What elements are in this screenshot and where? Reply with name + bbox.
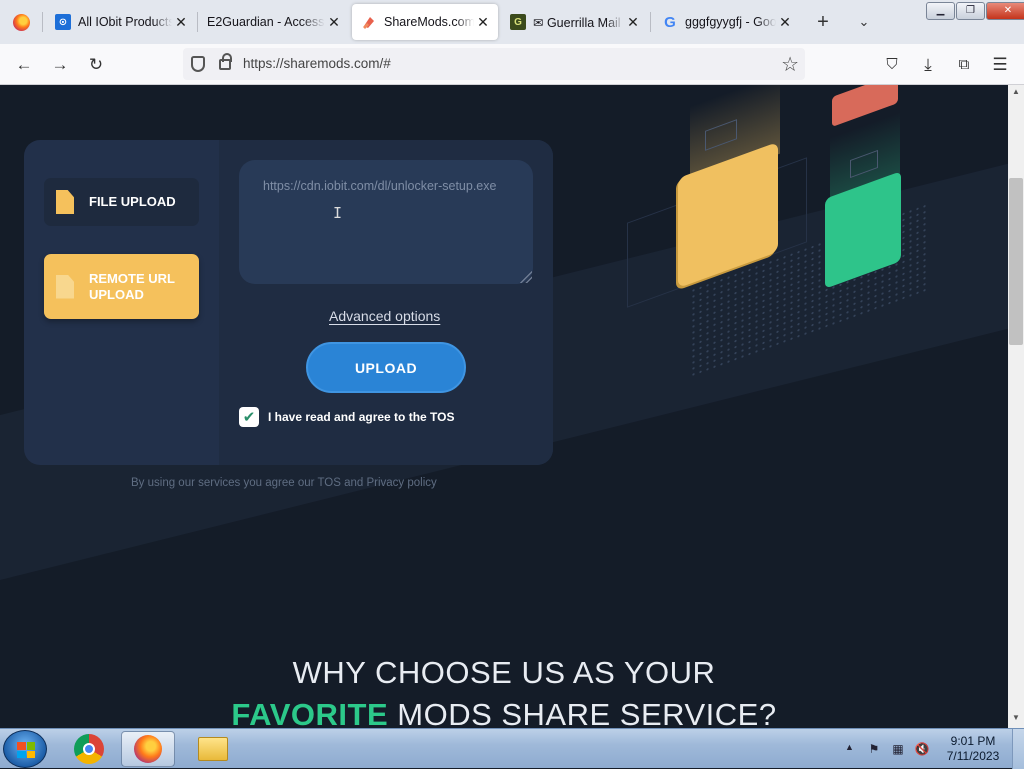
network-icon[interactable]: ▦ (890, 741, 906, 757)
tab-separator (197, 12, 198, 32)
tab-google[interactable]: G gggfgyygfj - Goo ✕ (662, 0, 794, 44)
volume-muted-icon[interactable]: 🔇 (914, 741, 930, 757)
tab-guerrillamail[interactable]: G ✉ Guerrilla Mail - ✕ (510, 0, 642, 44)
tos-checkbox[interactable]: ✔ (239, 407, 259, 427)
remote-url-textarea[interactable]: https://cdn.iobit.com/dl/unlocker-setup.… (239, 160, 533, 284)
file-icon (56, 190, 74, 214)
page-content: FILE UPLOAD REMOTE URL UPLOAD https://cd… (0, 85, 1008, 728)
close-icon[interactable]: ✕ (172, 13, 190, 31)
tos-label[interactable]: I have read and agree to the TOS (268, 410, 455, 424)
advanced-options-link[interactable]: Advanced options (329, 308, 440, 324)
section-heading-line2: FAVORITE MODS SHARE SERVICE? (0, 697, 1008, 728)
navigation-toolbar: ← → ↻ https://sharemods.com/# ☆ ⛉ ⤓ ⧉ ☰ (0, 44, 1024, 85)
remote-upload-label: REMOTE URL UPLOAD (89, 270, 175, 302)
bookmark-star-icon[interactable]: ☆ (781, 52, 799, 77)
close-window-button[interactable]: ✕ (986, 2, 1024, 20)
tab-title: All IObit Products (78, 15, 172, 29)
tab-title: ShareMods.com (384, 15, 474, 29)
sharemods-favicon-icon (361, 14, 377, 30)
heading-accent: FAVORITE (231, 697, 389, 728)
google-favicon-icon: G (664, 13, 676, 31)
scroll-up-arrow-icon[interactable]: ▲ (1008, 87, 1024, 99)
restore-button[interactable]: ❐ (956, 2, 985, 20)
taskbar-firefox[interactable] (121, 731, 175, 767)
heading-rest: MODS SHARE SERVICE? (388, 697, 777, 728)
terms-footnote: By using our services you agree our TOS … (131, 477, 437, 489)
file-upload-label: FILE UPLOAD (89, 194, 176, 209)
url-text[interactable]: https://sharemods.com/# (243, 56, 391, 71)
tab-title: gggfgyygfj - Goo (685, 15, 776, 29)
action-center-flag-icon[interactable]: ⚑ (866, 741, 882, 757)
extensions-icon[interactable]: ⧉ (952, 53, 976, 77)
url-textarea-value: https://cdn.iobit.com/dl/unlocker-setup.… (263, 179, 497, 193)
close-icon[interactable]: ✕ (624, 13, 642, 31)
tab-title: ✉ Guerrilla Mail - (533, 15, 624, 30)
clock-date: 7/11/2023 (946, 749, 1000, 763)
chrome-icon (74, 734, 104, 764)
show-hidden-icons-arrow-icon[interactable]: ▲ (845, 742, 854, 752)
tab-iobit[interactable]: ⊙ All IObit Products ✕ (55, 0, 190, 44)
system-clock[interactable]: 9:01 PM 7/11/2023 (940, 734, 1006, 764)
tab-list-chevron-icon[interactable]: ⌄ (853, 11, 875, 33)
address-bar[interactable]: https://sharemods.com/# ☆ (183, 48, 805, 80)
clock-time: 9:01 PM (950, 734, 996, 748)
close-icon[interactable]: ✕ (474, 13, 492, 31)
section-heading-line1: WHY CHOOSE US AS YOUR (292, 655, 716, 690)
guerrillamail-favicon-icon: G (510, 14, 526, 30)
file-upload-option[interactable]: FILE UPLOAD (44, 178, 199, 226)
resize-grip-icon[interactable] (520, 271, 532, 283)
close-icon[interactable]: ✕ (325, 13, 343, 31)
tab-sharemods[interactable]: ShareMods.com ✕ (352, 4, 498, 40)
scrollbar-thumb[interactable] (1009, 178, 1023, 345)
scroll-down-arrow-icon[interactable]: ▼ (1008, 713, 1024, 725)
taskbar-file-explorer[interactable] (186, 731, 240, 767)
windows-logo-icon (17, 742, 35, 758)
new-tab-button[interactable]: + (812, 11, 834, 33)
minimize-button[interactable]: ▁ (926, 2, 955, 20)
upload-button[interactable]: UPLOAD (306, 342, 466, 393)
windows-taskbar: ▲ ⚑ ▦ 🔇 9:01 PM 7/11/2023 (0, 728, 1024, 769)
firefox-icon (134, 735, 162, 763)
iobit-favicon-icon: ⊙ (55, 14, 71, 30)
back-arrow-icon[interactable]: ← (12, 53, 36, 77)
folder-icon (198, 737, 228, 761)
tab-separator (42, 12, 43, 32)
firefox-icon (12, 13, 30, 31)
show-desktop-button[interactable] (1012, 729, 1024, 769)
downloads-icon[interactable]: ⤓ (916, 53, 940, 77)
firefox-view-button[interactable] (0, 0, 42, 44)
start-button[interactable] (3, 730, 47, 768)
close-icon[interactable]: ✕ (776, 13, 794, 31)
menu-hamburger-icon[interactable]: ☰ (988, 53, 1012, 77)
taskbar-chrome[interactable] (62, 731, 116, 767)
reload-icon[interactable]: ↻ (84, 53, 108, 77)
tab-separator (650, 12, 651, 32)
tab-title: E2Guardian - Access D (207, 15, 325, 29)
forward-arrow-icon[interactable]: → (48, 53, 72, 77)
pocket-icon[interactable]: ⛉ (880, 53, 904, 77)
checkmark-icon: ✔ (242, 409, 256, 426)
upload-type-selector: FILE UPLOAD REMOTE URL UPLOAD (44, 148, 214, 458)
text-cursor-icon: I (333, 204, 343, 222)
tab-e2guardian[interactable]: E2Guardian - Access D ✕ (207, 0, 343, 44)
tab-bar: ⊙ All IObit Products ✕ E2Guardian - Acce… (0, 0, 1024, 44)
remote-url-upload-option[interactable]: REMOTE URL UPLOAD (44, 254, 199, 319)
link-file-icon (56, 274, 74, 299)
tracking-protection-shield-icon[interactable] (191, 56, 205, 72)
lock-icon[interactable] (219, 53, 232, 70)
